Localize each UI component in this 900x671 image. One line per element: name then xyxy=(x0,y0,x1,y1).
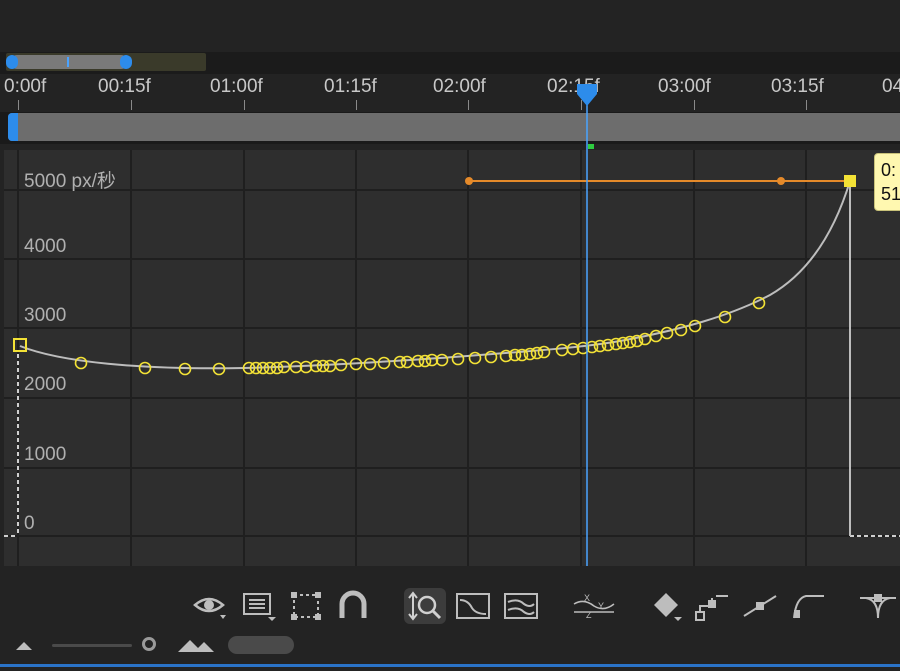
handle-point[interactable] xyxy=(777,177,785,185)
linear-keyframe-icon[interactable] xyxy=(742,588,780,624)
speed-curve[interactable] xyxy=(19,180,851,370)
svg-text:Y: Y xyxy=(598,601,604,611)
y-axis-label: 3000 xyxy=(24,305,67,326)
y-axis-label: 4000 xyxy=(24,236,67,257)
tooltip-value: 51 xyxy=(881,184,900,204)
handle-point[interactable] xyxy=(465,177,473,185)
snap-magnet-icon[interactable] xyxy=(336,588,370,624)
bezier-handle[interactable] xyxy=(465,177,850,185)
fit-selection-icon[interactable] xyxy=(454,588,492,624)
separate-dimensions-icon[interactable]: XYZ xyxy=(572,588,616,624)
y-axis-label: 5000 px/秒 xyxy=(24,171,116,192)
keyframe-selected[interactable] xyxy=(844,175,856,187)
keyframe-start[interactable] xyxy=(13,338,27,352)
hold-keyframe-icon[interactable] xyxy=(694,588,732,624)
speed-graph[interactable] xyxy=(0,0,900,570)
tooltip-time: 0: xyxy=(881,160,897,180)
playhead-marker xyxy=(588,144,594,149)
zoom-slider-knob[interactable] xyxy=(142,637,156,651)
zoom-bar xyxy=(0,630,900,666)
y-axis-label: 1000 xyxy=(24,444,67,465)
zoom-out-mountain-icon[interactable] xyxy=(14,638,38,652)
keyframe-diamond-icon[interactable] xyxy=(650,588,686,624)
transform-box-icon[interactable] xyxy=(289,588,323,624)
zoom-in-mountain-icon[interactable] xyxy=(176,636,216,654)
zoom-slider-track[interactable] xyxy=(52,644,132,647)
fit-all-icon[interactable] xyxy=(502,588,540,624)
auto-bezier-icon[interactable] xyxy=(790,588,828,624)
playhead-head[interactable] xyxy=(577,84,597,106)
keyframe-tooltip: 0: 51 xyxy=(874,153,900,211)
eye-icon[interactable] xyxy=(192,588,228,624)
y-axis-label: 2000 xyxy=(24,374,67,395)
horizontal-scrollbar[interactable] xyxy=(228,636,294,654)
list-icon[interactable] xyxy=(240,588,278,624)
y-axis-label: 0 xyxy=(24,513,35,534)
auto-zoom-height-icon[interactable] xyxy=(404,588,446,624)
panel-focus-border xyxy=(0,664,900,667)
roving-keyframes[interactable] xyxy=(74,296,766,376)
easy-ease-icon[interactable] xyxy=(858,588,898,624)
